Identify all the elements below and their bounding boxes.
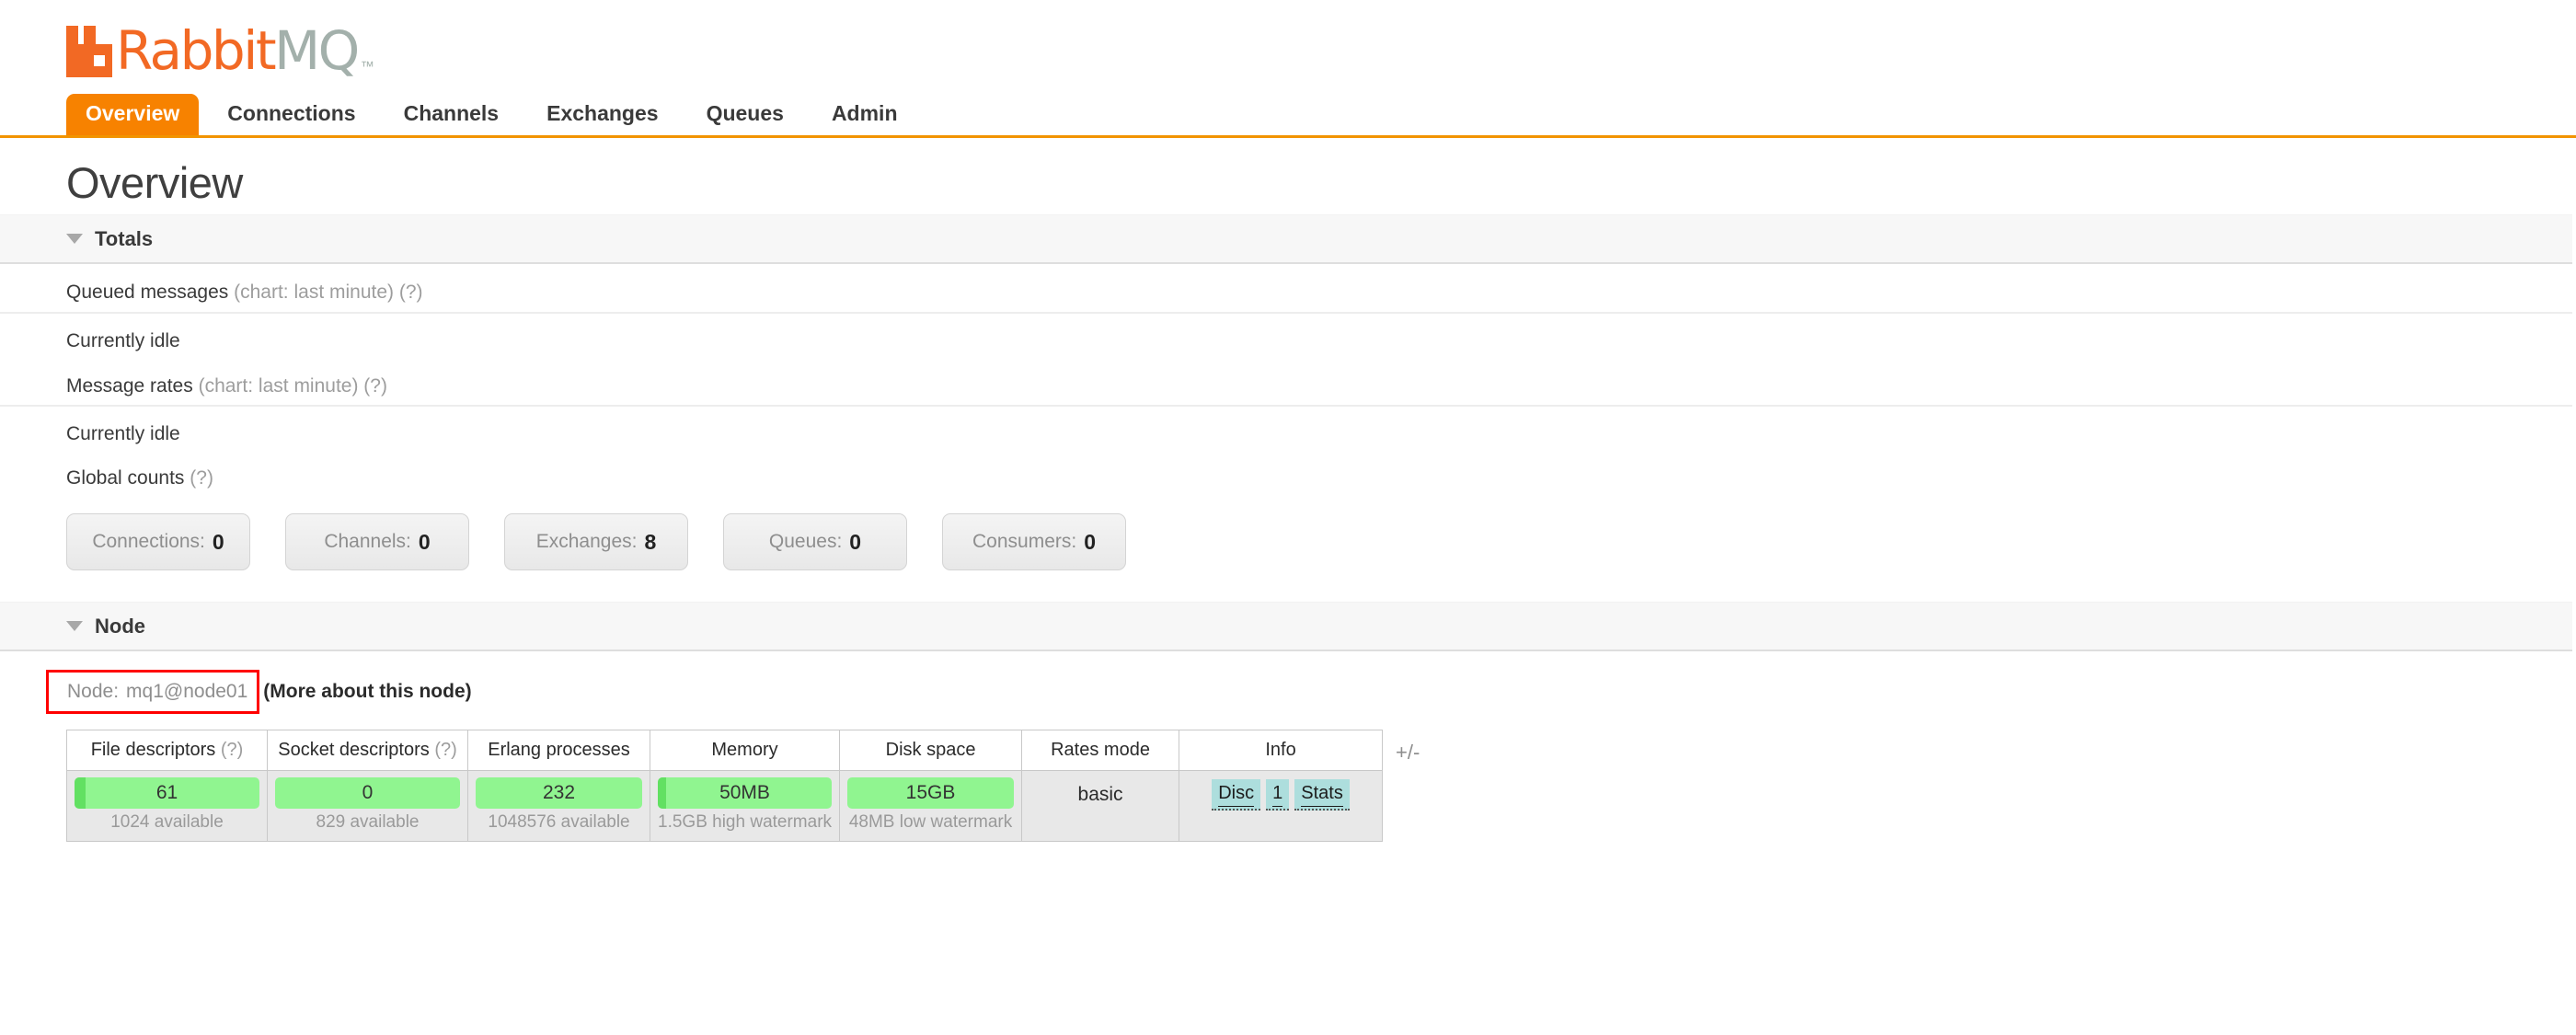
count-value-exchanges: 8 xyxy=(644,530,656,555)
col-label-socket-descriptors: Socket descriptors xyxy=(278,740,430,760)
tab-exchanges[interactable]: Exchanges xyxy=(527,94,677,135)
col-label-erlang-processes: Erlang processes xyxy=(488,740,630,760)
logo-area: RabbitMQ™ xyxy=(0,0,2576,85)
count-value-connections: 0 xyxy=(213,530,224,555)
queued-messages-label: Queued messages xyxy=(66,282,228,303)
global-counts-label: Global counts xyxy=(66,467,184,489)
count-pill-channels[interactable]: Channels: 0 xyxy=(285,513,469,570)
page-title: Overview xyxy=(0,138,2576,214)
col-label-rates-mode: Rates mode xyxy=(1051,740,1150,760)
tab-overview[interactable]: Overview xyxy=(66,94,199,135)
global-counts-list: Connections: 0 Channels: 0 Exchanges: 8 … xyxy=(0,493,2576,570)
queued-messages-value: Currently idle xyxy=(0,314,2576,358)
message-rates-note[interactable]: (chart: last minute) (?) xyxy=(199,375,387,397)
badge-stats[interactable]: Stats xyxy=(1294,779,1350,811)
message-rates-label: Message rates xyxy=(66,375,193,397)
count-label-exchanges: Exchanges: xyxy=(536,531,638,553)
col-label-memory: Memory xyxy=(711,740,777,760)
bar-socket-descriptors: 0 xyxy=(275,777,460,809)
col-label-disk-space: Disk space xyxy=(886,740,976,760)
count-value-channels: 0 xyxy=(419,530,431,555)
node-line: Node: mq1@node01 (More about this node) xyxy=(0,651,2576,714)
col-socket-descriptors[interactable]: Socket descriptors (?) xyxy=(268,730,468,771)
section-title-node: Node xyxy=(95,615,145,638)
badge-disc[interactable]: Disc xyxy=(1212,779,1260,811)
bar-disk-space: 15GB xyxy=(847,777,1014,809)
col-info[interactable]: Info xyxy=(1179,730,1383,771)
bar-value-file-descriptors: 61 xyxy=(156,782,178,804)
count-value-queues: 0 xyxy=(849,530,861,555)
col-label-file-descriptors: File descriptors xyxy=(91,740,216,760)
logo-trademark: ™ xyxy=(361,60,374,74)
cell-memory: 50MB 1.5GB high watermark xyxy=(650,771,840,842)
message-rates-label-row: Message rates (chart: last minute) (?) xyxy=(0,358,2572,407)
sub-file-descriptors: 1024 available xyxy=(75,813,259,833)
sub-socket-descriptors: 829 available xyxy=(275,813,460,833)
tab-channels[interactable]: Channels xyxy=(385,94,519,135)
tab-admin[interactable]: Admin xyxy=(812,94,917,135)
count-pill-queues[interactable]: Queues: 0 xyxy=(723,513,907,570)
col-rates-mode[interactable]: Rates mode xyxy=(1022,730,1179,771)
node-stats-table: File descriptors (?) Socket descriptors … xyxy=(66,730,1383,842)
sub-erlang-processes: 1048576 available xyxy=(476,813,642,833)
col-help-socket-descriptors[interactable]: (?) xyxy=(434,740,456,760)
rabbitmq-logo-mark-icon xyxy=(66,26,112,77)
col-memory[interactable]: Memory xyxy=(650,730,840,771)
message-rates-value: Currently idle xyxy=(0,407,2576,451)
sub-memory: 1.5GB high watermark xyxy=(658,813,832,833)
bar-value-erlang-processes: 232 xyxy=(543,782,575,804)
col-disk-space[interactable]: Disk space xyxy=(840,730,1022,771)
rabbitmq-logo[interactable]: RabbitMQ™ xyxy=(66,20,374,77)
count-pill-connections[interactable]: Connections: 0 xyxy=(66,513,250,570)
logo-text-rabbit: Rabbit xyxy=(116,24,274,77)
badge-count[interactable]: 1 xyxy=(1266,779,1289,811)
cell-disk-space: 15GB 48MB low watermark xyxy=(840,771,1022,842)
tab-queues[interactable]: Queues xyxy=(687,94,803,135)
bar-memory: 50MB xyxy=(658,777,832,809)
bar-value-socket-descriptors: 0 xyxy=(362,782,374,804)
toggle-columns-plus-minus[interactable]: +/- xyxy=(1396,741,1420,765)
cell-file-descriptors: 61 1024 available xyxy=(67,771,268,842)
col-help-file-descriptors[interactable]: (?) xyxy=(221,740,243,760)
col-label-info: Info xyxy=(1265,740,1295,760)
global-counts-label-row: Global counts (?) xyxy=(0,451,2576,493)
bar-value-memory: 50MB xyxy=(719,782,770,804)
bar-file-descriptors: 61 xyxy=(75,777,259,809)
count-label-queues: Queues: xyxy=(769,531,842,553)
more-about-this-node-link[interactable]: (More about this node) xyxy=(263,681,471,703)
count-pill-consumers[interactable]: Consumers: 0 xyxy=(942,513,1126,570)
collapse-caret-icon-totals[interactable] xyxy=(66,234,83,244)
section-title-totals: Totals xyxy=(95,227,153,251)
cell-erlang-processes: 232 1048576 available xyxy=(468,771,650,842)
col-file-descriptors[interactable]: File descriptors (?) xyxy=(67,730,268,771)
bar-erlang-processes: 232 xyxy=(476,777,642,809)
bar-value-disk-space: 15GB xyxy=(906,782,956,804)
count-value-consumers: 0 xyxy=(1084,530,1096,555)
tab-connections[interactable]: Connections xyxy=(208,94,374,135)
node-table-wrapper: File descriptors (?) Socket descriptors … xyxy=(0,714,2576,842)
sub-disk-space: 48MB low watermark xyxy=(847,813,1014,833)
count-label-consumers: Consumers: xyxy=(972,531,1076,553)
main-navigation: Overview Connections Channels Exchanges … xyxy=(0,88,2576,138)
count-label-connections: Connections: xyxy=(92,531,205,553)
table-row: 61 1024 available 0 829 available 232 xyxy=(67,771,1383,842)
queued-messages-note[interactable]: (chart: last minute) (?) xyxy=(234,282,422,303)
node-name-highlight-box: Node: mq1@node01 xyxy=(46,670,259,714)
cell-rates-mode: basic xyxy=(1022,771,1179,842)
col-erlang-processes[interactable]: Erlang processes xyxy=(468,730,650,771)
count-label-channels: Channels: xyxy=(324,531,411,553)
collapse-caret-icon-node[interactable] xyxy=(66,621,83,631)
node-name-value: mq1@node01 xyxy=(126,681,247,703)
node-label: Node: xyxy=(67,681,119,703)
logo-text-mq: MQ xyxy=(274,24,358,77)
section-header-totals[interactable]: Totals xyxy=(0,214,2572,264)
cell-info: Disc1Stats xyxy=(1179,771,1383,842)
section-header-node[interactable]: Node xyxy=(0,602,2572,651)
count-pill-exchanges[interactable]: Exchanges: 8 xyxy=(504,513,688,570)
queued-messages-label-row: Queued messages (chart: last minute) (?) xyxy=(0,264,2572,313)
cell-socket-descriptors: 0 829 available xyxy=(268,771,468,842)
global-counts-note[interactable]: (?) xyxy=(190,467,213,489)
table-header-row: File descriptors (?) Socket descriptors … xyxy=(67,730,1383,771)
